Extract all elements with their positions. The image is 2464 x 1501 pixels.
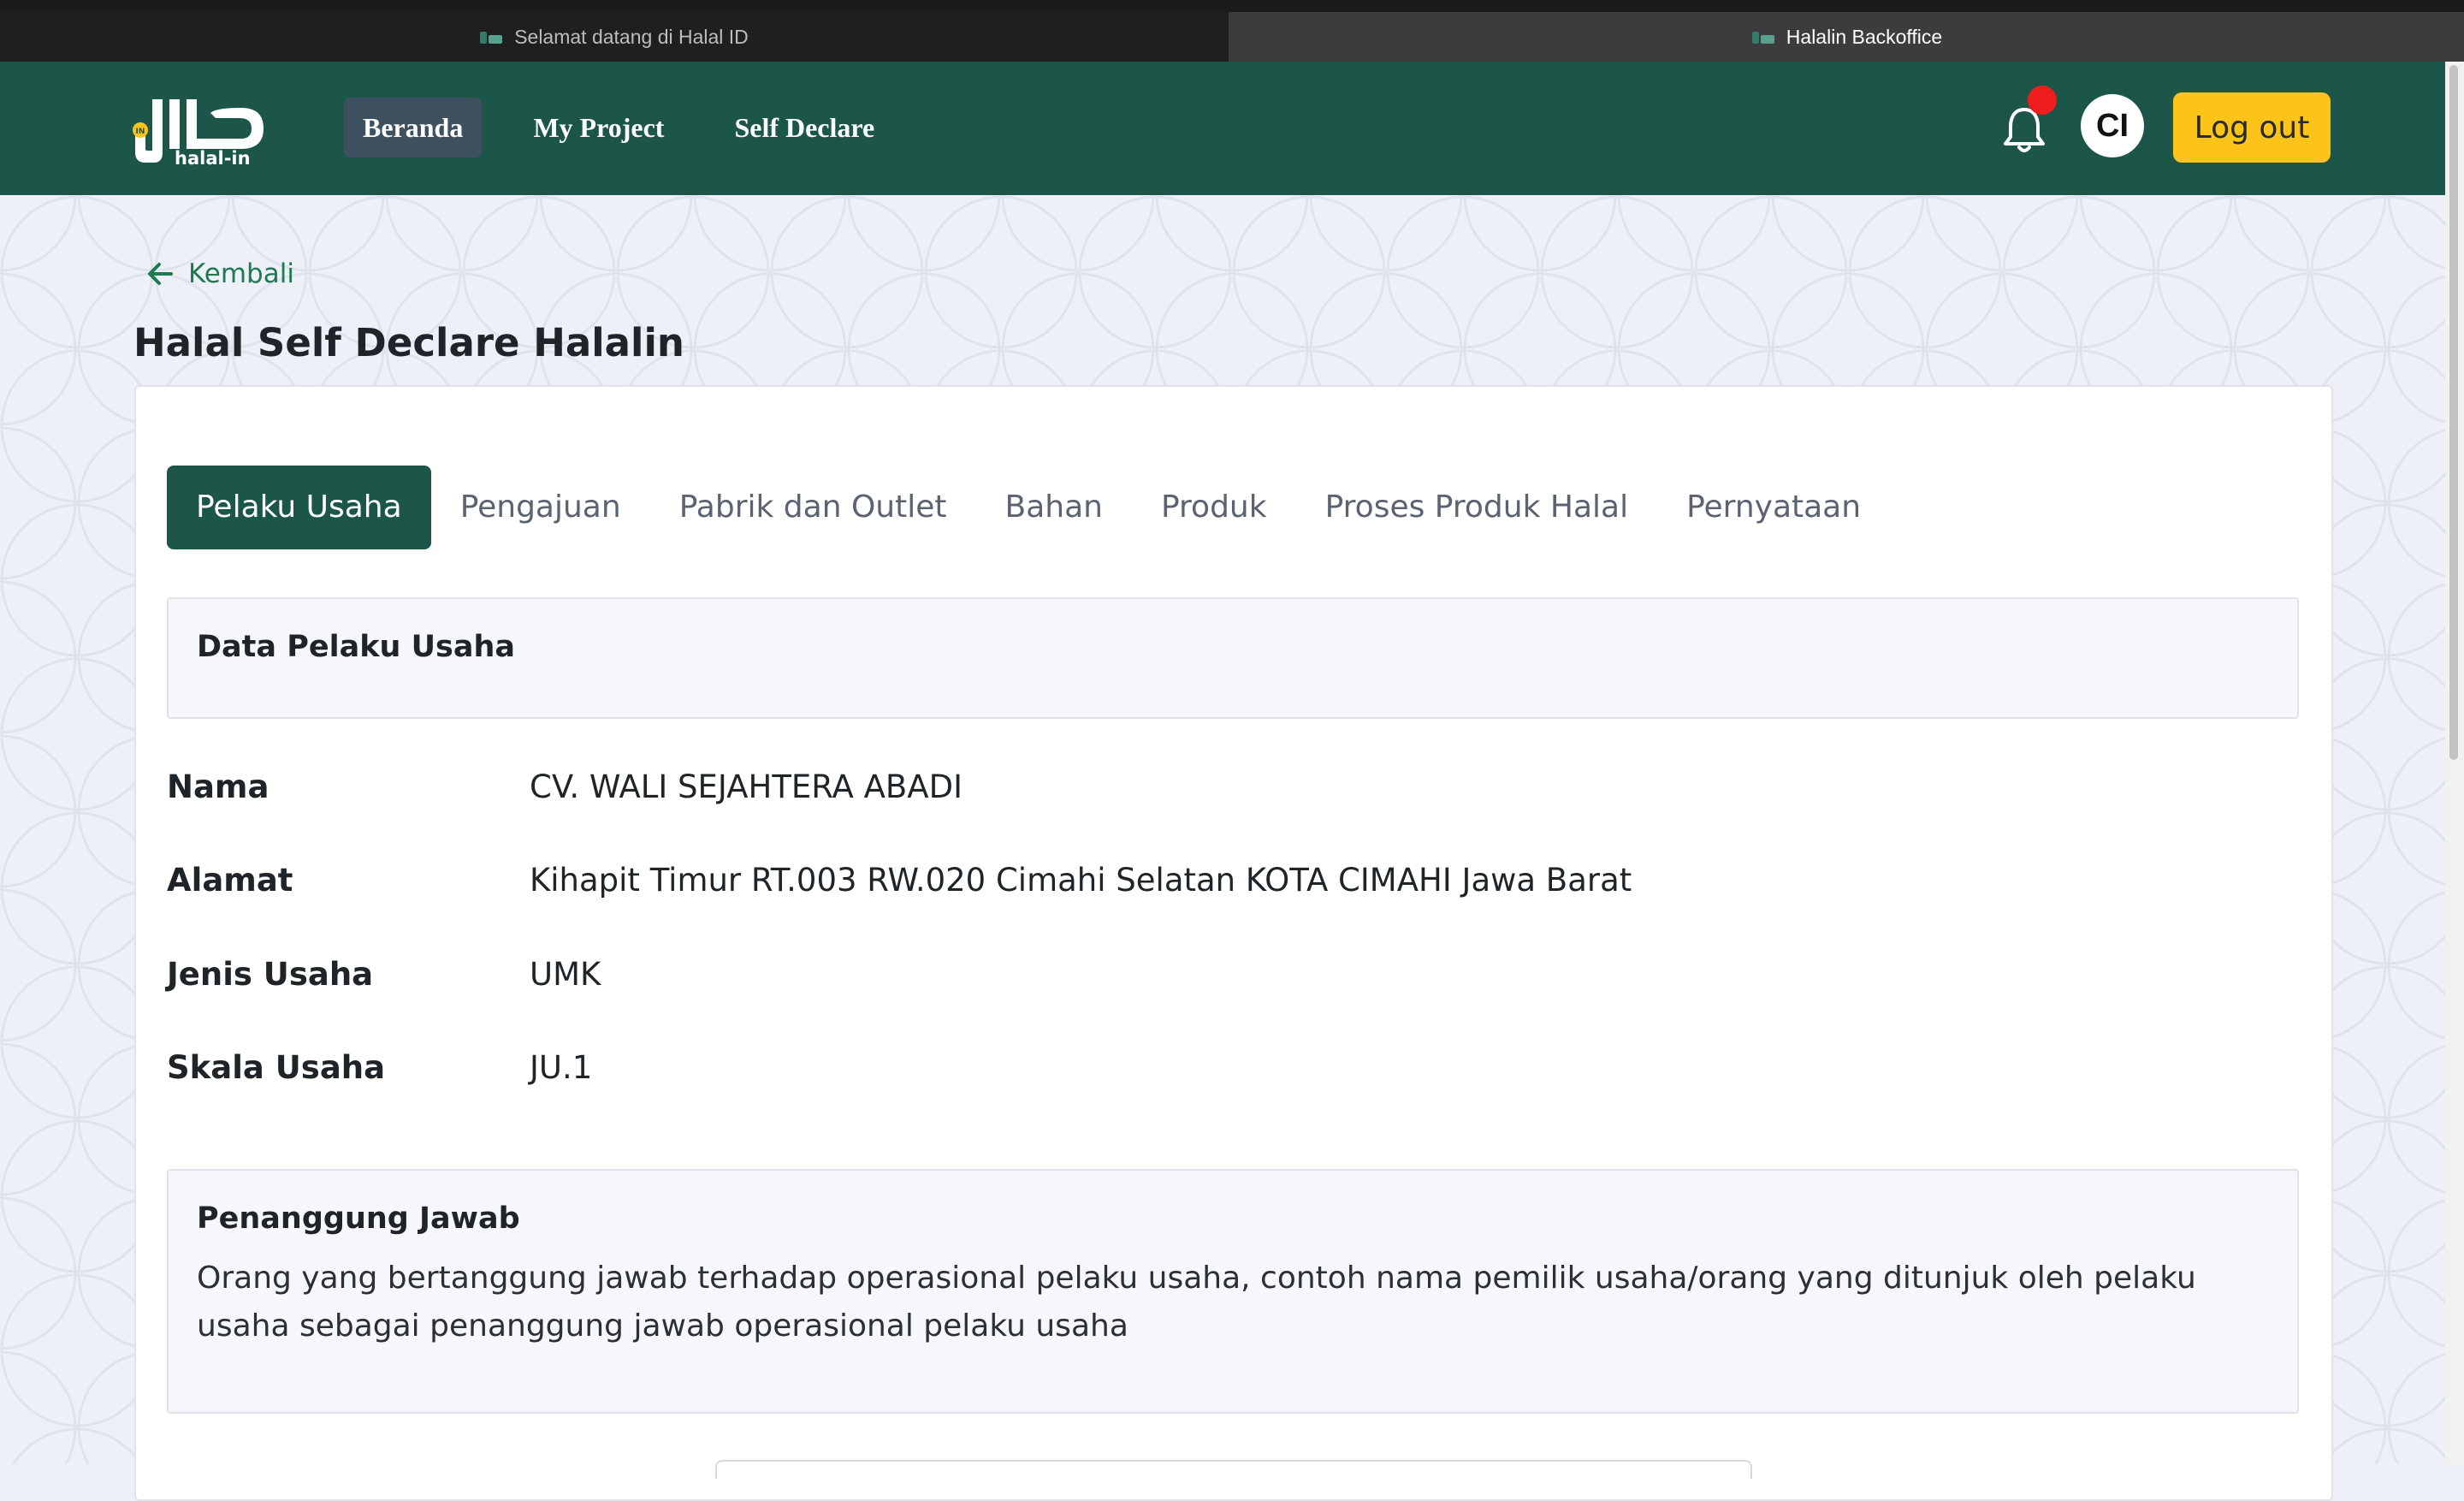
field-value-nama: CV. WALI SEJAHTERA ABADI (530, 768, 962, 805)
avatar[interactable]: CI (2081, 94, 2144, 157)
browser-tab-strip: Selamat datang di Halal ID Halalin Backo… (0, 0, 2464, 62)
nav-beranda[interactable]: Beranda (344, 98, 483, 157)
field-label-alamat: Alamat (167, 862, 293, 899)
halal-favicon-icon (480, 30, 503, 44)
tab-proses-produk-halal[interactable]: Proses Produk Halal (1296, 466, 1657, 549)
tab-pabrik-dan-outlet[interactable]: Pabrik dan Outlet (650, 466, 976, 549)
tab-bahan[interactable]: Bahan (976, 466, 1132, 549)
field-value-jenis-usaha: UMK (530, 956, 601, 993)
tab-pengajuan[interactable]: Pengajuan (431, 466, 650, 549)
back-link[interactable]: Kembali (147, 258, 294, 289)
notification-dot (2028, 86, 2057, 115)
browser-tab-title: Selamat datang di Halal ID (514, 25, 749, 48)
tab-pelaku-usaha[interactable]: Pelaku Usaha (167, 466, 431, 549)
nav-self-declare[interactable]: Self Declare (715, 98, 893, 157)
browser-tab-title: Halalin Backoffice (1786, 25, 1943, 48)
nav-my-project[interactable]: My Project (514, 98, 683, 157)
logo-text: halal-in (175, 148, 251, 168)
arrow-left-icon (148, 263, 173, 285)
logout-button[interactable]: Log out (2173, 92, 2331, 163)
field-value-alamat: Kihapit Timur RT.003 RW.020 Cimahi Selat… (530, 862, 1632, 899)
form-tabs: Pelaku Usaha Pengajuan Pabrik dan Outlet… (167, 466, 1890, 549)
next-field-input[interactable] (715, 1460, 1752, 1479)
back-label: Kembali (188, 258, 294, 289)
tab-produk[interactable]: Produk (1132, 466, 1296, 549)
main-nav: Beranda My Project Self Declare (344, 98, 926, 157)
field-label-skala-usaha: Skala Usaha (167, 1049, 386, 1086)
field-label-nama: Nama (167, 768, 270, 805)
app-header: IN halal-in Beranda My Project Self Decl… (0, 62, 2464, 195)
halal-in-logo[interactable]: IN halal-in (132, 91, 265, 168)
halal-favicon-icon (1751, 30, 1774, 44)
field-value-skala-usaha: JU.1 (530, 1049, 593, 1086)
browser-tab-halalin-backoffice[interactable]: Halalin Backoffice (1230, 12, 2464, 62)
scrollbar-thumb[interactable] (2449, 65, 2458, 760)
svg-text:IN: IN (136, 128, 145, 136)
section-title: Data Pelaku Usaha (197, 630, 515, 664)
page-title: Halal Self Declare Halalin (133, 320, 684, 365)
penanggung-jawab-description: Orang yang bertanggung jawab terhadap op… (197, 1261, 2196, 1344)
tab-pernyataan[interactable]: Pernyataan (1657, 466, 1890, 549)
field-label-jenis-usaha: Jenis Usaha (167, 956, 374, 993)
browser-tab-halal-id[interactable]: Selamat datang di Halal ID (0, 12, 1230, 62)
penanggung-jawab-title: Penanggung Jawab (197, 1201, 520, 1236)
